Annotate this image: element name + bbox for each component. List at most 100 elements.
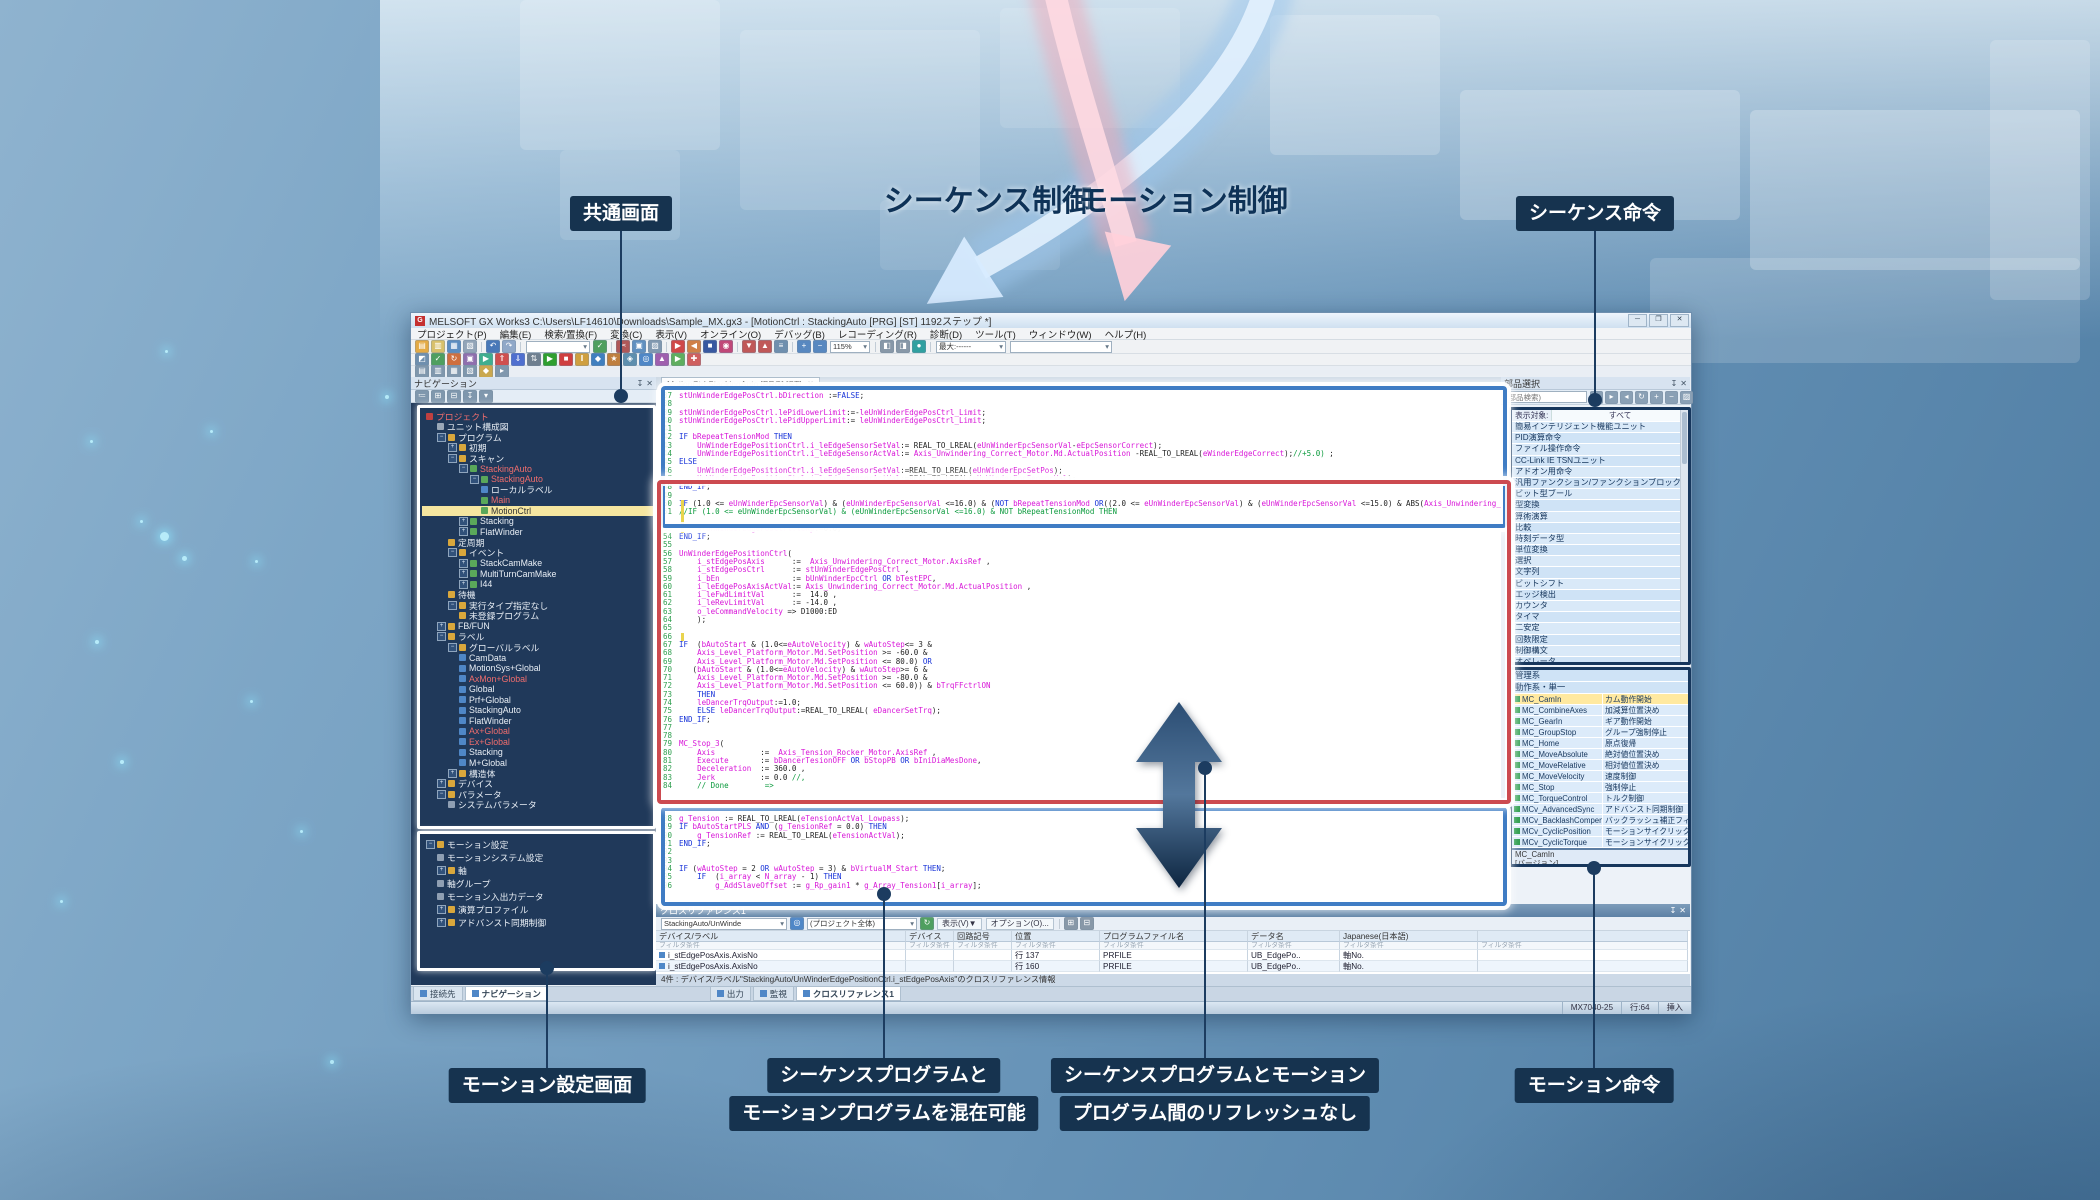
- collapse-icon[interactable]: −: [448, 643, 457, 652]
- tree-item[interactable]: StackingAuto: [422, 705, 653, 716]
- detail-icon[interactable]: ▨: [1680, 391, 1693, 404]
- code-line[interactable]: 84 // Done =>: [656, 782, 1501, 790]
- toolbar-combo[interactable]: ▾: [1010, 341, 1112, 353]
- monitor-stop-icon[interactable]: ■: [703, 340, 717, 353]
- find-all-icon[interactable]: ▸: [1605, 391, 1618, 404]
- instruction-row[interactable]: MC_CombineAxes加減算位置決め: [1512, 705, 1688, 716]
- remove-icon[interactable]: −: [1665, 391, 1678, 404]
- menu-ウィンドウ(W)[interactable]: ウィンドウ(W): [1029, 327, 1092, 341]
- tree-item[interactable]: Ax+Global: [422, 726, 653, 737]
- instruction-row[interactable]: MCv_CyclicTorqueモーションサイクリックトルク: [1512, 837, 1688, 848]
- code-line[interactable]: 65: [656, 624, 1501, 632]
- cut-icon[interactable]: ✂: [616, 340, 630, 353]
- category-row[interactable]: 二安定: [1512, 623, 1688, 634]
- open-file-icon[interactable]: ▥: [431, 340, 445, 353]
- table-header-row[interactable]: デバイス/ラベルデバイス回路記号位置プログラムファイル名データ名Japanese…: [656, 931, 1690, 942]
- code-line[interactable]: 76END_IF;: [656, 716, 1501, 724]
- screen-color-icon[interactable]: ◧: [880, 340, 894, 353]
- instruction-row[interactable]: MC_CamInカム動作開始: [1512, 694, 1688, 705]
- category-row[interactable]: PID演算命令: [1512, 433, 1688, 444]
- verify-with-plc-icon[interactable]: ⇅: [527, 353, 541, 366]
- watch-register-icon[interactable]: ★: [607, 353, 621, 366]
- close-icon[interactable]: ✕: [1680, 379, 1687, 388]
- category-row[interactable]: 選択: [1512, 556, 1688, 567]
- tree-item[interactable]: +FlatWinder: [422, 527, 653, 538]
- toolbar-combo[interactable]: 最大:------▾: [936, 341, 1006, 353]
- category-row[interactable]: ビット型ブール: [1512, 489, 1688, 500]
- device-monitor-icon[interactable]: ◆: [591, 353, 605, 366]
- collapse-icon[interactable]: −: [448, 601, 457, 610]
- refresh-icon[interactable]: ↻: [1635, 391, 1648, 404]
- menu-編集(E)[interactable]: 編集(E): [500, 327, 532, 341]
- expand-icon[interactable]: +: [448, 443, 457, 452]
- expand-icon[interactable]: +: [459, 559, 468, 568]
- table-filter-row[interactable]: フィルタ条件フィルタ条件フィルタ条件フィルタ条件フィルタ条件フィルタ条件フィルタ…: [656, 942, 1690, 950]
- tree-item[interactable]: +構造体: [422, 768, 653, 779]
- monitor-read-icon[interactable]: ◀: [687, 340, 701, 353]
- code-line[interactable]: 64 );: [656, 616, 1501, 624]
- dock-tab-出力[interactable]: 出力: [710, 987, 751, 1001]
- code-line[interactable]: 91END_IF;: [656, 840, 1501, 848]
- add-icon[interactable]: +: [1650, 391, 1663, 404]
- category-row[interactable]: エッジ検出: [1512, 590, 1688, 601]
- category-row[interactable]: 型変換: [1512, 500, 1688, 511]
- element-search-input[interactable]: [1503, 391, 1587, 403]
- table-row[interactable]: i_stEdgePosAxis.AxisNo行 137PRFILEUB_Edge…: [656, 950, 1690, 961]
- tree-item[interactable]: MotionSys+Global: [422, 663, 653, 674]
- editor-tab[interactable]: MotionCtrl:StackingAuto [PRG] [ST] ✕: [661, 377, 820, 390]
- tree-item[interactable]: Prf+Global: [422, 695, 653, 706]
- minimize-button[interactable]: ─: [1628, 314, 1647, 327]
- category-row[interactable]: 簡易インテリジェント機能ユニット: [1512, 422, 1688, 433]
- dock-tab-ナビゲーション[interactable]: ナビゲーション: [465, 987, 548, 1001]
- code-line[interactable]: 78: [656, 732, 1501, 740]
- nav-sort-icon[interactable]: ↧: [463, 390, 477, 403]
- code-line[interactable]: 96 g_AddSlaveOffset := g_Rp_gain1 * g_Ar…: [656, 882, 1501, 890]
- menu-プロジェクト(P)[interactable]: プロジェクト(P): [417, 327, 487, 341]
- monitor-write-icon[interactable]: ▶: [671, 340, 685, 353]
- category-row[interactable]: アドオン用命令: [1512, 467, 1688, 478]
- maximize-button[interactable]: ❐: [1649, 314, 1668, 327]
- category-row[interactable]: タイマ: [1512, 612, 1688, 623]
- scrollbar[interactable]: [1680, 410, 1688, 662]
- expand-icon[interactable]: +: [437, 779, 446, 788]
- tree-item[interactable]: ユニット構成図: [422, 422, 653, 433]
- menu-ツール(T)[interactable]: ツール(T): [975, 327, 1016, 341]
- diagnostics-icon[interactable]: ✚: [687, 353, 701, 366]
- tree-item[interactable]: +アドバンスト同期制御: [422, 916, 653, 929]
- menu-検索/置換(F)[interactable]: 検索/置換(F): [544, 327, 597, 341]
- code-line[interactable]: 44 UnWinderEdgePositionCtrl.i_leEdgeSens…: [656, 450, 1501, 458]
- code-line[interactable]: 37stUnWinderEdgePosCtrl.bDirection :=FAL…: [656, 392, 1501, 400]
- category-row[interactable]: ビットシフト: [1512, 579, 1688, 590]
- cpu-run-icon[interactable]: ▶: [543, 353, 557, 366]
- expand-icon[interactable]: +: [437, 622, 446, 631]
- instruction-row[interactable]: MCv_CyclicPositionモーションサイクリック位置制: [1512, 826, 1688, 837]
- pin-icon[interactable]: ↧: [1670, 906, 1677, 915]
- device-write-icon[interactable]: ▲: [758, 340, 772, 353]
- tree-item[interactable]: AxMon+Global: [422, 674, 653, 685]
- motion-tool-icon[interactable]: ▲: [655, 353, 669, 366]
- instruction-row[interactable]: MC_MoveVelocity速度制御: [1512, 771, 1688, 782]
- instruction-row[interactable]: MC_Home原点復帰: [1512, 738, 1688, 749]
- code-line[interactable]: 77: [656, 724, 1501, 732]
- collapse-icon[interactable]: −: [437, 433, 446, 442]
- instruction-row[interactable]: MC_MoveRelative相対値位置決め: [1512, 760, 1688, 771]
- code-line[interactable]: 90 g_TensionRef := REAL_TO_LREAL(eTensio…: [656, 832, 1501, 840]
- find-up-icon[interactable]: ◂: [1620, 391, 1633, 404]
- verify-check-icon[interactable]: ✓: [593, 340, 607, 353]
- tree-item[interactable]: Stacking: [422, 747, 653, 758]
- category-row[interactable]: CC-Link IE TSNユニット: [1512, 456, 1688, 467]
- menu-デバッグ(B)[interactable]: デバッグ(B): [774, 327, 825, 341]
- tree-item[interactable]: +Stacking: [422, 516, 653, 527]
- st-code-editor[interactable]: 37stUnWinderEdgePosCtrl.bDirection :=FAL…: [656, 390, 1501, 904]
- tree-item[interactable]: −プログラム: [422, 432, 653, 443]
- code-line[interactable]: 40stUnWinderEdgePosCtrl.lePidUpperLimit:…: [656, 417, 1501, 425]
- device-read-icon[interactable]: ▼: [742, 340, 756, 353]
- collapse-icon[interactable]: −: [448, 548, 457, 557]
- collapse-icon[interactable]: −: [426, 840, 435, 849]
- watch-window-icon[interactable]: ◉: [719, 340, 733, 353]
- category-row[interactable]: 単位変換: [1512, 545, 1688, 556]
- tree-item[interactable]: +FB/FUN: [422, 621, 653, 632]
- option-button[interactable]: オプション(O)...: [986, 918, 1054, 930]
- tree-item[interactable]: Main: [422, 495, 653, 506]
- collapse-icon[interactable]: −: [437, 790, 446, 799]
